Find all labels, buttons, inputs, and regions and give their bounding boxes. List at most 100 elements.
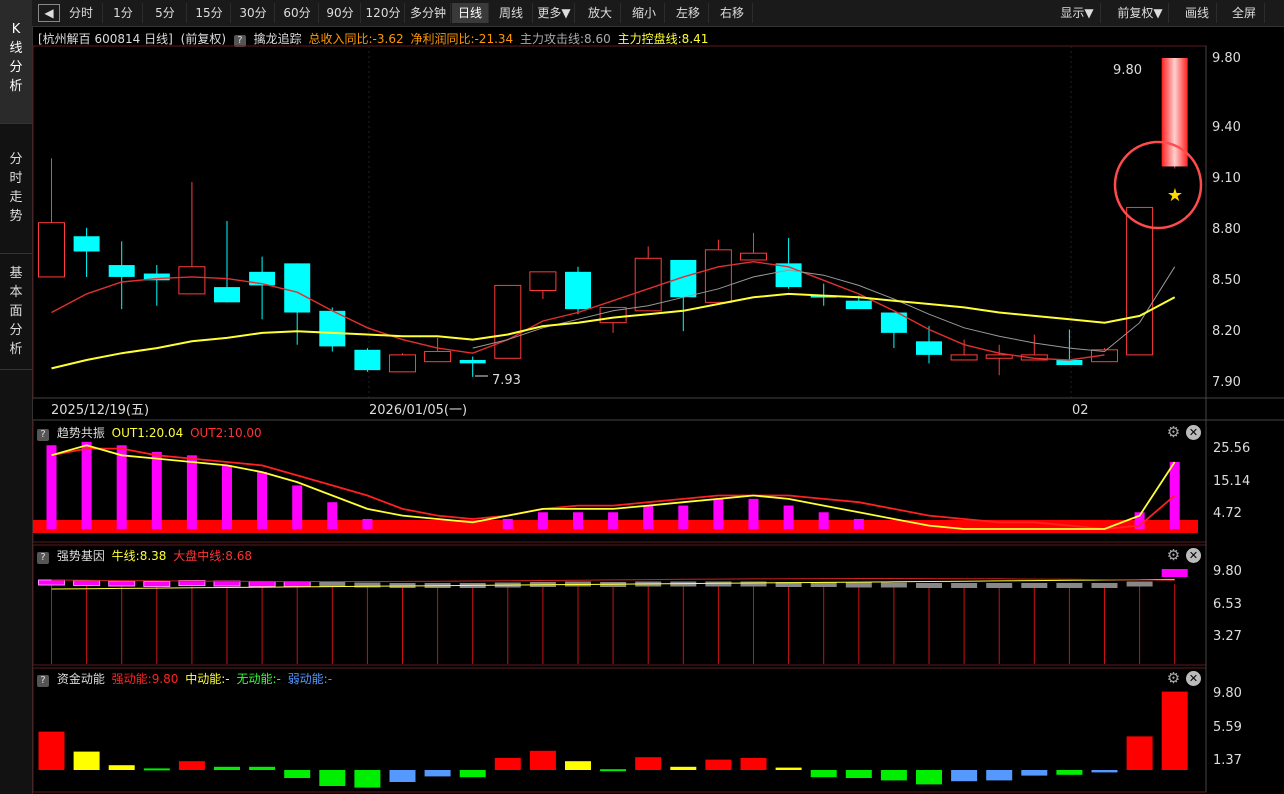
fund-bar xyxy=(214,766,240,770)
price-tick: 9.10 xyxy=(1212,171,1241,186)
candle-body xyxy=(634,257,662,312)
indicator-tick: 9.80 xyxy=(1213,686,1242,701)
fund-bar xyxy=(284,770,311,778)
gene-bar xyxy=(845,582,872,588)
fund-bar xyxy=(1021,770,1048,776)
gene-bar xyxy=(1126,581,1153,587)
fund-bar xyxy=(319,770,346,786)
indicator-tick: 25.56 xyxy=(1213,441,1250,456)
fund-bar xyxy=(38,731,65,770)
high-price-label: 9.80 xyxy=(1113,63,1142,78)
fund-bar xyxy=(986,770,1013,781)
candle-body xyxy=(108,265,135,277)
candle-body xyxy=(1126,206,1154,356)
candle-body xyxy=(494,284,522,359)
fund-bar xyxy=(670,766,697,770)
fund-bar xyxy=(845,770,872,778)
gene-bar xyxy=(143,581,171,587)
fund-bar xyxy=(424,770,451,777)
low-price-label: 7.93 xyxy=(492,373,521,388)
fund-bar xyxy=(1161,691,1188,770)
candle-body xyxy=(985,354,1013,359)
candle-body xyxy=(284,263,311,313)
candle-body xyxy=(916,341,942,355)
candle-body xyxy=(178,266,206,295)
candle-body xyxy=(354,349,381,371)
indicator-tick: 3.27 xyxy=(1213,629,1242,644)
fund-bar xyxy=(494,758,521,770)
gene-bar xyxy=(1021,583,1048,588)
trend-bar xyxy=(257,472,268,529)
fund-bar xyxy=(143,768,170,771)
trend-bar xyxy=(327,502,338,529)
fund-bar xyxy=(178,761,205,770)
price-tick: 8.20 xyxy=(1212,324,1241,339)
fund-bar xyxy=(880,770,907,781)
candle-body xyxy=(424,350,452,363)
price-tick: 8.80 xyxy=(1212,222,1241,237)
trend-bar xyxy=(783,505,794,529)
trend-bar xyxy=(151,451,162,529)
price-tick: 7.90 xyxy=(1212,375,1241,390)
candle-body xyxy=(73,236,100,252)
gene-bar xyxy=(38,579,65,586)
trend-bar xyxy=(713,498,724,529)
fund-bar xyxy=(1056,770,1083,775)
gene-bar xyxy=(880,582,907,588)
fund-bar xyxy=(916,770,942,785)
indicator-tick: 4.72 xyxy=(1213,506,1242,521)
trend-bar xyxy=(573,512,583,529)
gene-bar xyxy=(1161,569,1188,577)
date-tick: 2026/01/05(一) xyxy=(369,403,467,418)
trend-bar xyxy=(537,512,548,529)
fund-bar xyxy=(1126,736,1153,770)
candle-body xyxy=(459,359,486,364)
trend-bar xyxy=(643,505,654,529)
gene-bar xyxy=(705,581,732,587)
trend-bar xyxy=(292,485,303,529)
panel-frame xyxy=(32,544,1207,666)
trend-bar xyxy=(222,465,232,529)
panel-frame xyxy=(32,45,1207,399)
fund-bar xyxy=(354,770,381,788)
trend-bar xyxy=(186,455,197,529)
trend-bar xyxy=(748,498,759,529)
indicator-tick: 5.59 xyxy=(1213,720,1242,735)
candle-body xyxy=(529,271,557,291)
indicator-tick: 6.53 xyxy=(1213,597,1242,612)
trend-bar xyxy=(818,512,829,529)
fund-bar xyxy=(249,766,276,770)
fund-bar xyxy=(810,770,837,778)
candle-body xyxy=(38,222,65,278)
candle-body xyxy=(704,249,732,303)
fund-bar xyxy=(600,769,627,772)
candle-body xyxy=(319,310,346,347)
price-tick: 9.40 xyxy=(1212,120,1241,135)
highlight-circle xyxy=(1113,140,1203,230)
candle-body xyxy=(565,271,591,310)
gene-bar xyxy=(283,581,311,587)
fund-bar xyxy=(951,770,978,782)
gene-bar xyxy=(73,580,101,586)
indicator-tick: 1.37 xyxy=(1213,753,1242,768)
trend-bar xyxy=(81,441,92,529)
gene-bar xyxy=(740,581,767,587)
gene-bar xyxy=(1091,583,1118,588)
trend-bar xyxy=(678,505,689,529)
candle-body xyxy=(214,287,240,303)
gene-bar xyxy=(986,583,1013,588)
indicator-tick: 15.14 xyxy=(1213,474,1250,489)
date-tick: 02 xyxy=(1072,403,1089,418)
indicator-tick: 9.80 xyxy=(1213,564,1242,579)
trend-bar xyxy=(608,512,619,529)
gene-bar xyxy=(916,583,942,588)
gene-bar xyxy=(248,581,276,587)
fund-bar xyxy=(459,770,486,778)
fund-bar xyxy=(635,757,662,770)
date-tick: 2025/12/19(五) xyxy=(51,403,149,418)
fund-bar xyxy=(705,759,732,770)
trend-bar xyxy=(116,445,127,529)
fund-bar xyxy=(108,765,135,770)
stock-chart[interactable]: ★ 9.80 7.93 9.80 9.40 9.10 8.80 8.50 8.20 7.90 20… xyxy=(0,0,1284,794)
candle-body xyxy=(740,252,767,261)
